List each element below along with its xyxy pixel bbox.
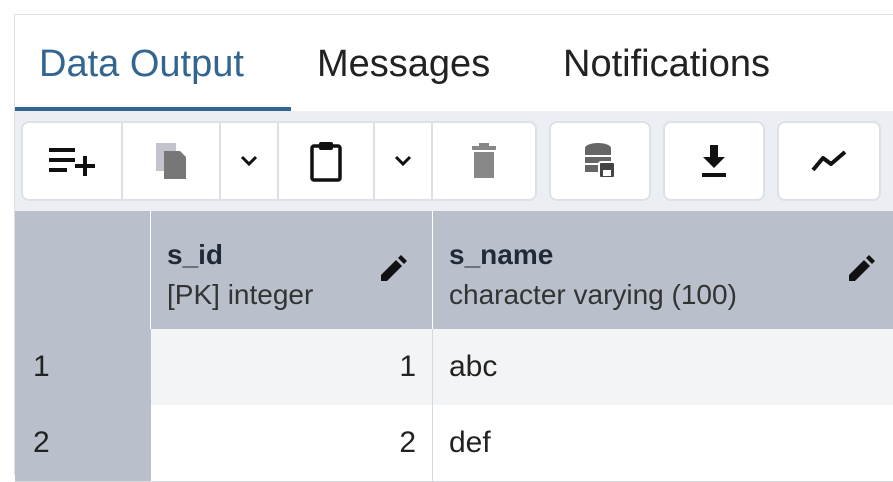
- row-number: 2: [33, 426, 50, 459]
- cell-value: 2: [399, 426, 416, 459]
- graph-btn-inner[interactable]: [779, 123, 879, 199]
- copy-button[interactable]: [123, 123, 221, 199]
- save-data-button[interactable]: [549, 121, 651, 201]
- cell-s-id[interactable]: 2: [151, 405, 433, 481]
- chevron-down-icon: [394, 155, 412, 167]
- paste-button[interactable]: [279, 123, 375, 199]
- column-type: character varying (100): [449, 279, 737, 310]
- results-tab-bar: Data Output Messages Notifications: [15, 15, 893, 111]
- graph-icon: [810, 148, 848, 174]
- cell-value: def: [449, 426, 491, 459]
- tab-data-output[interactable]: Data Output: [39, 41, 244, 87]
- add-row-icon: [47, 144, 97, 178]
- download-button[interactable]: [663, 121, 765, 201]
- copy-options-dropdown[interactable]: [221, 123, 279, 199]
- row-number-header[interactable]: [15, 211, 151, 329]
- row-edit-button-group: [21, 121, 537, 201]
- graph-visualiser-button[interactable]: [777, 121, 881, 201]
- top-margin: [0, 0, 893, 12]
- column-type: [PK] integer: [167, 279, 314, 310]
- row-number: 1: [33, 350, 50, 383]
- add-row-button[interactable]: [23, 123, 123, 199]
- cell-s-name[interactable]: abc: [433, 329, 893, 405]
- cell-s-name[interactable]: def: [433, 405, 893, 481]
- cell-s-id[interactable]: 1: [151, 329, 433, 405]
- paste-options-dropdown[interactable]: [375, 123, 433, 199]
- grid-header-row: s_id [PK] integer s_name character varyi…: [15, 211, 893, 329]
- cell-value: abc: [449, 350, 498, 383]
- column-name: s_id: [167, 239, 224, 270]
- edit-pencil-icon: [377, 255, 407, 290]
- row-number-cell[interactable]: 2: [15, 405, 151, 481]
- tab-messages[interactable]: Messages: [317, 41, 490, 87]
- query-results-panel: Data Output Messages Notifications s_id …: [14, 14, 893, 482]
- data-toolbar: [15, 111, 893, 211]
- column-header-s-name[interactable]: s_name character varying (100): [433, 211, 893, 329]
- delete-row-button[interactable]: [433, 123, 535, 199]
- paste-icon: [309, 140, 343, 182]
- data-grid: s_id [PK] integer s_name character varyi…: [15, 211, 893, 482]
- table-row[interactable]: 2 2 def: [15, 405, 893, 482]
- edit-pencil-icon: [845, 255, 875, 290]
- table-row[interactable]: 1 1 abc: [15, 329, 893, 406]
- save-data-icon: [583, 142, 617, 180]
- download-icon: [699, 143, 729, 179]
- row-number-cell[interactable]: 1: [15, 329, 151, 405]
- chevron-down-icon: [240, 155, 258, 167]
- download-btn-inner[interactable]: [665, 123, 763, 199]
- column-header-s-id[interactable]: s_id [PK] integer: [151, 211, 433, 329]
- tab-notifications[interactable]: Notifications: [563, 41, 770, 87]
- save-data-btn-inner[interactable]: [551, 123, 649, 199]
- copy-icon: [154, 141, 188, 181]
- delete-icon: [471, 143, 497, 179]
- cell-value: 1: [399, 350, 416, 383]
- column-name: s_name: [449, 239, 554, 270]
